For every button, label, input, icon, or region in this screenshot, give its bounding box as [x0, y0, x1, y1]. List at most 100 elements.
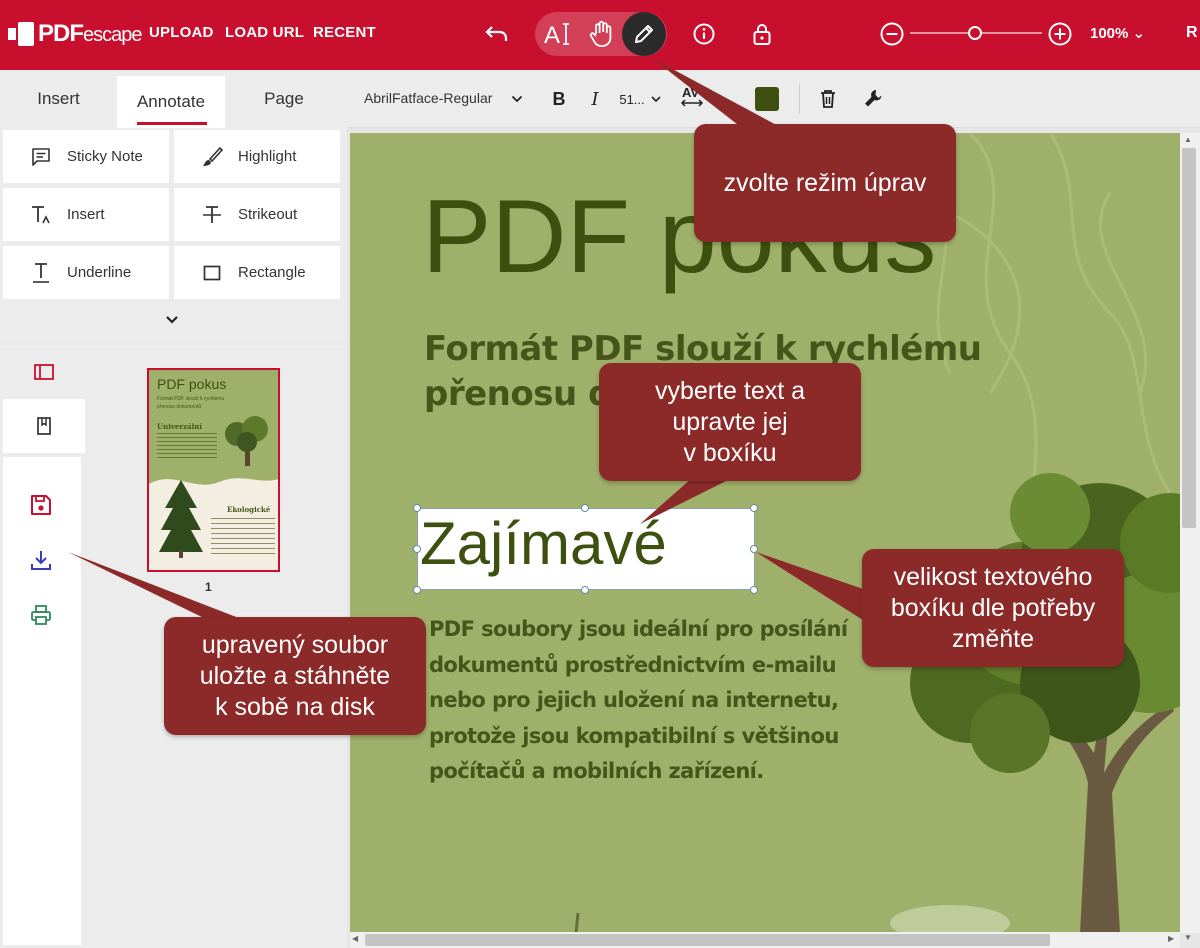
document-body[interactable]: PDF soubory jsou ideální pro posílání do…	[429, 612, 849, 790]
tab-annotate[interactable]: Annotate	[117, 76, 225, 128]
tool-label: Highlight	[238, 148, 297, 165]
scroll-down-icon[interactable]: ▼	[1184, 933, 1192, 942]
nav-load-url[interactable]: LOAD URL	[225, 24, 304, 41]
sidebar-icon	[34, 364, 54, 380]
resize-handle[interactable]	[581, 586, 589, 594]
pencil-icon	[635, 25, 653, 43]
callout-select-text: vyberte text a upravte jej v boxíku	[599, 363, 861, 481]
rectangle-icon	[200, 261, 224, 285]
nav-upload[interactable]: UPLOAD	[149, 24, 214, 41]
save-icon[interactable]	[28, 492, 54, 518]
resize-handle[interactable]	[750, 504, 758, 512]
resize-handle[interactable]	[413, 545, 421, 553]
svg-text:A: A	[544, 22, 560, 48]
scroll-up-icon[interactable]: ▲	[1184, 135, 1192, 144]
callout-line: k sobě na disk	[215, 692, 375, 721]
vertical-scroll-thumb[interactable]	[1182, 148, 1196, 528]
resize-handle[interactable]	[750, 586, 758, 594]
tool-label: Underline	[67, 264, 132, 281]
callout-edit-mode: zvolte režim úprav	[694, 124, 956, 242]
tool-highlight[interactable]: Highlight	[174, 130, 340, 183]
callout-line: boxíku dle potřeby	[890, 593, 1096, 622]
wrench-icon[interactable]	[863, 86, 885, 112]
logo-main: PDF	[38, 20, 84, 47]
text-color-swatch[interactable]	[755, 87, 779, 111]
insert-text-icon	[29, 203, 53, 227]
nav-recent[interactable]: RECENT	[313, 24, 376, 41]
font-select[interactable]: AbrilFatface-Regular	[364, 90, 492, 106]
body-line: protože jsou kompatibilní s většinou	[429, 723, 839, 748]
lock-icon[interactable]	[746, 18, 778, 50]
thumb-heading-2: Ekologické	[227, 505, 271, 514]
tool-sticky-note[interactable]: Sticky Note	[3, 130, 169, 183]
topbar-truncated-label[interactable]: R	[1186, 24, 1198, 42]
tool-label: Rectangle	[238, 264, 306, 281]
thumb-text-lines	[157, 433, 217, 459]
thumb-subtitle: Formát PDF slouží k rychlému přenosu dok…	[157, 396, 225, 410]
font-size-select[interactable]: 51...	[616, 86, 664, 112]
zoom-out-icon[interactable]	[876, 18, 908, 50]
callout-line: vyberte text a	[654, 376, 806, 405]
tool-label: Insert	[67, 206, 105, 223]
zoom-in-icon[interactable]	[1044, 18, 1076, 50]
callout-line: v boxíku	[683, 438, 777, 467]
thumb-text-lines-2	[211, 518, 275, 558]
resize-handle[interactable]	[413, 586, 421, 594]
thumb-title: PDF pokus	[157, 376, 227, 392]
active-tab-indicator	[137, 122, 207, 125]
body-line: PDF soubory jsou ideální pro posílání	[429, 617, 848, 641]
tab-page[interactable]: Page	[225, 70, 343, 128]
body-line: nebo pro jejich uložení na internetu,	[429, 688, 839, 712]
thumb-oak-tree	[225, 416, 268, 466]
bookmarks-tab[interactable]	[3, 399, 85, 453]
scroll-left-icon[interactable]: ◀	[352, 934, 358, 943]
tool-insert[interactable]: Insert	[3, 188, 169, 241]
horizontal-scroll-thumb[interactable]	[365, 934, 1050, 946]
font-size: 51...	[619, 91, 645, 107]
tool-underline[interactable]: Underline	[3, 246, 169, 299]
print-icon[interactable]	[28, 602, 54, 628]
thumbnails-tab[interactable]	[3, 345, 85, 399]
font-name: AbrilFatface-Regular	[364, 90, 493, 106]
download-icon[interactable]	[28, 547, 54, 573]
scroll-right-icon[interactable]: ▶	[1168, 934, 1174, 943]
character-spacing-icon[interactable]: AV	[680, 84, 704, 110]
text-select-mode-icon[interactable]: A	[540, 16, 576, 52]
callout-line: velikost textového	[893, 562, 1093, 591]
underline-icon	[29, 261, 53, 285]
callout-text: zvolte režim úprav	[723, 168, 927, 197]
callout-line: změňte	[952, 624, 1034, 653]
bookmark-icon	[37, 417, 51, 435]
resize-handle[interactable]	[581, 504, 589, 512]
zoom-level-select[interactable]: 100% ⌄	[1090, 24, 1145, 42]
callout-line: uložte a stáhněte	[199, 661, 391, 690]
brush-icon	[200, 145, 224, 169]
tool-rectangle[interactable]: Rectangle	[174, 246, 340, 299]
italic-icon[interactable]: I	[586, 86, 604, 112]
callout-resize-box: velikost textového boxíku dle potřeby zm…	[862, 549, 1124, 667]
thumb-heading-1: Univerzální	[157, 422, 202, 431]
trash-icon[interactable]	[818, 86, 838, 112]
zoom-slider-thumb[interactable]	[968, 26, 982, 40]
undo-icon[interactable]	[481, 18, 513, 50]
logo-sub: escape	[83, 24, 142, 46]
callout-save-download: upravený soubor uložte a stáhněte k sobě…	[164, 617, 426, 735]
resize-handle[interactable]	[413, 504, 421, 512]
chevron-down-icon	[165, 316, 178, 324]
edit-mode-button[interactable]	[622, 12, 666, 56]
page-thumbnail[interactable]: PDF pokus Formát PDF slouží k rychlému p…	[147, 368, 280, 572]
hand-tool-icon[interactable]	[584, 16, 620, 52]
resize-handle[interactable]	[750, 545, 758, 553]
edit-box-text[interactable]: Zajímavé	[420, 511, 667, 577]
bold-icon[interactable]: B	[550, 86, 568, 112]
pdfescape-logo[interactable]: PDFescape	[8, 20, 142, 48]
strikeout-icon	[200, 203, 224, 227]
info-icon[interactable]	[688, 18, 720, 50]
tab-insert[interactable]: Insert	[0, 70, 117, 128]
more-tools-button[interactable]	[3, 300, 340, 340]
body-line: počítačů a mobilních zařízení.	[429, 759, 764, 783]
tool-label: Strikeout	[238, 206, 298, 223]
tool-strikeout[interactable]: Strikeout	[174, 188, 340, 241]
chevron-down-icon: ⌄	[1132, 25, 1146, 42]
chevron-down-icon[interactable]	[510, 86, 524, 112]
